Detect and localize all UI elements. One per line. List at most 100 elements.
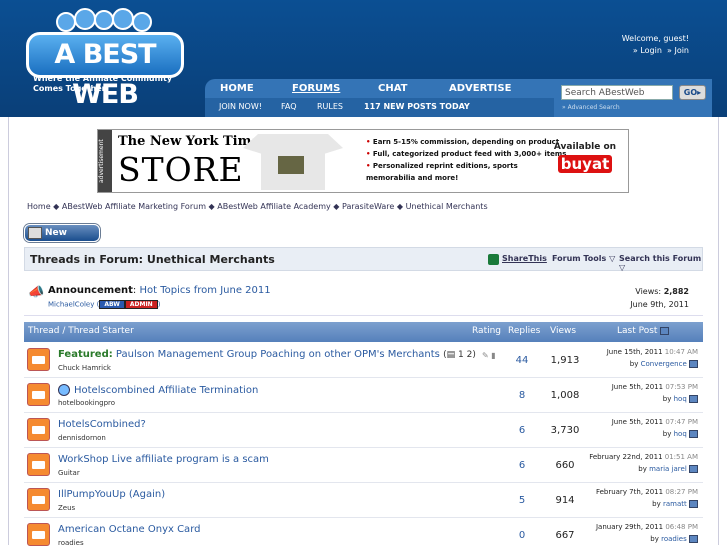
main-nav: HOME FORUMS CHAT ADVERTISE JOIN NOW! FAQ… [205, 79, 554, 117]
last-post-user[interactable]: Convergence [641, 360, 687, 368]
nav-forums[interactable]: FORUMS [292, 83, 340, 94]
thread-author[interactable]: Chuck Hamrick [58, 364, 111, 372]
thread-replies[interactable]: 0 [504, 530, 540, 541]
announcement-label: Announcement [48, 285, 133, 296]
join-link[interactable]: Join [674, 46, 689, 55]
thread-pages[interactable]: 1 2 [458, 350, 472, 360]
thread-title[interactable]: American Octane Onyx Card [58, 524, 200, 535]
col-replies[interactable]: Replies [508, 326, 540, 336]
thread-icon [27, 348, 50, 371]
ad-store: STORE [118, 150, 244, 189]
thread-icon [27, 453, 50, 476]
nav-faq[interactable]: FAQ [281, 102, 297, 111]
last-post: June 5th, 2011 07:53 PM by hoq [611, 383, 698, 403]
last-post: February 7th, 2011 08:27 PM by ramatt [595, 488, 698, 508]
nav-advertise[interactable]: ADVERTISE [449, 83, 511, 94]
share-link[interactable]: ShareThis [502, 254, 547, 263]
thread-replies[interactable]: 8 [504, 390, 540, 401]
cool-smiley-icon [58, 384, 70, 396]
abw-badge: ABW [99, 300, 125, 309]
thread-title[interactable]: IllPumpYouUp (Again) [58, 489, 165, 500]
search-box: GO▸ » Advanced Search [554, 79, 712, 117]
site-header: A BEST WEB Where the Affiliate Community… [0, 0, 727, 117]
table-row: American Octane Onyx Card roadies 0 667 … [24, 518, 703, 547]
new-thread-button[interactable]: New Thread [24, 224, 100, 254]
thread-author[interactable]: roadies [58, 539, 84, 547]
thread-replies[interactable]: 44 [504, 355, 540, 366]
breadcrumb-academy[interactable]: ABestWeb Affiliate Academy [217, 202, 331, 211]
thread-title[interactable]: Hotelscombined Affiliate Termination [74, 385, 258, 396]
last-post-user[interactable]: roadies [661, 535, 687, 543]
announcement-user[interactable]: MichaelColey [48, 301, 94, 309]
thread-icon [27, 383, 50, 406]
views-label: Views: [635, 287, 662, 296]
nav-home[interactable]: HOME [220, 83, 254, 94]
megaphone-icon: 📣 [28, 285, 45, 300]
nav-chat[interactable]: CHAT [378, 83, 408, 94]
logo-bubble [94, 10, 114, 30]
announcement-title[interactable]: Hot Topics from June 2011 [139, 285, 270, 296]
thread-author[interactable]: hotelbookingpro [58, 399, 115, 407]
announcement-views: 2,882 [663, 287, 689, 296]
thread-title[interactable]: HotelsCombined? [58, 419, 146, 430]
nav-rules[interactable]: RULES [317, 102, 343, 111]
thread-title[interactable]: WorkShop Live affiliate program is a sca… [58, 454, 269, 465]
forum-tools-menu[interactable]: Forum Tools ▽ [552, 254, 615, 263]
tshirt-print [278, 156, 304, 174]
go-to-post-icon[interactable] [689, 535, 698, 543]
table-row: IllPumpYouUp (Again) Zeus 5 914 February… [24, 483, 703, 518]
thread-author[interactable]: Zeus [58, 504, 75, 512]
logo-bubble [132, 12, 152, 32]
welcome-text: Welcome, guest! [621, 34, 689, 43]
logo-text: A BEST WEB [26, 32, 184, 110]
last-post: February 22nd, 2011 01:51 AM by maria jar… [589, 453, 698, 473]
search-input[interactable] [561, 85, 673, 100]
last-post-user[interactable]: ramatt [663, 500, 687, 508]
logo-bubble [74, 8, 96, 30]
search-forum-menu[interactable]: Search this Forum ▽ [619, 254, 702, 272]
go-to-post-icon[interactable] [689, 465, 698, 473]
breadcrumb-parasiteware[interactable]: ParasiteWare [342, 202, 394, 211]
logo-bubble [112, 8, 134, 30]
admin-badge: ADMIN [124, 300, 158, 309]
go-to-post-icon[interactable] [689, 360, 698, 368]
thread-views: 914 [555, 495, 575, 506]
thread-views: 3,730 [550, 425, 580, 436]
ad-banner[interactable]: advertisement The New York Times STORE •… [97, 129, 629, 193]
thread-replies[interactable]: 5 [504, 495, 540, 506]
last-post: January 29th, 2011 06:48 PM by roadies [595, 523, 698, 543]
thread-author[interactable]: Guitar [58, 469, 80, 477]
nav-join-now[interactable]: JOIN NOW! [219, 102, 262, 111]
go-to-post-icon[interactable] [689, 430, 698, 438]
nav-new-posts[interactable]: 117 NEW POSTS TODAY [364, 102, 470, 111]
sort-icon [660, 326, 670, 335]
search-go-button[interactable]: GO▸ [679, 85, 706, 100]
col-last-post[interactable]: Last Post [617, 326, 670, 336]
thread-author[interactable]: dennisdornon [58, 434, 106, 442]
col-rating[interactable]: Rating [472, 326, 501, 336]
go-to-post-icon[interactable] [689, 395, 698, 403]
tagline: Where the Affiliate Community Comes Toge… [33, 74, 173, 93]
last-post-user[interactable]: hoq [674, 430, 687, 438]
share-icon[interactable] [488, 254, 499, 265]
ad-bullets: • Earn 5-15% commission, depending on pr… [366, 138, 567, 182]
col-views[interactable]: Views [550, 326, 576, 336]
thread-icon [27, 488, 50, 511]
thread-replies[interactable]: 6 [504, 425, 540, 436]
featured-label: Featured: [58, 349, 113, 360]
col-thread[interactable]: Thread / Thread Starter [28, 326, 134, 336]
breadcrumb-home[interactable]: Home [27, 202, 51, 211]
announcement-date: June 9th, 2011 [630, 300, 689, 309]
table-row: HotelsCombined? dennisdornon 6 3,730 Jun… [24, 413, 703, 448]
last-post-user[interactable]: maria jarel [649, 465, 687, 473]
announcement: 📣 Announcement: Hot Topics from June 201… [24, 282, 703, 316]
login-link[interactable]: Login [640, 46, 662, 55]
attachment-icon: ✎ ▮ [482, 351, 496, 360]
go-to-post-icon[interactable] [689, 500, 698, 508]
thread-title[interactable]: Paulson Management Group Poaching on oth… [116, 349, 440, 360]
breadcrumb-forum[interactable]: ABestWeb Affiliate Marketing Forum [62, 202, 206, 211]
logo-bubble [56, 12, 76, 32]
advanced-search-link[interactable]: » Advanced Search [562, 104, 620, 111]
thread-replies[interactable]: 6 [504, 460, 540, 471]
last-post-user[interactable]: hoq [674, 395, 687, 403]
